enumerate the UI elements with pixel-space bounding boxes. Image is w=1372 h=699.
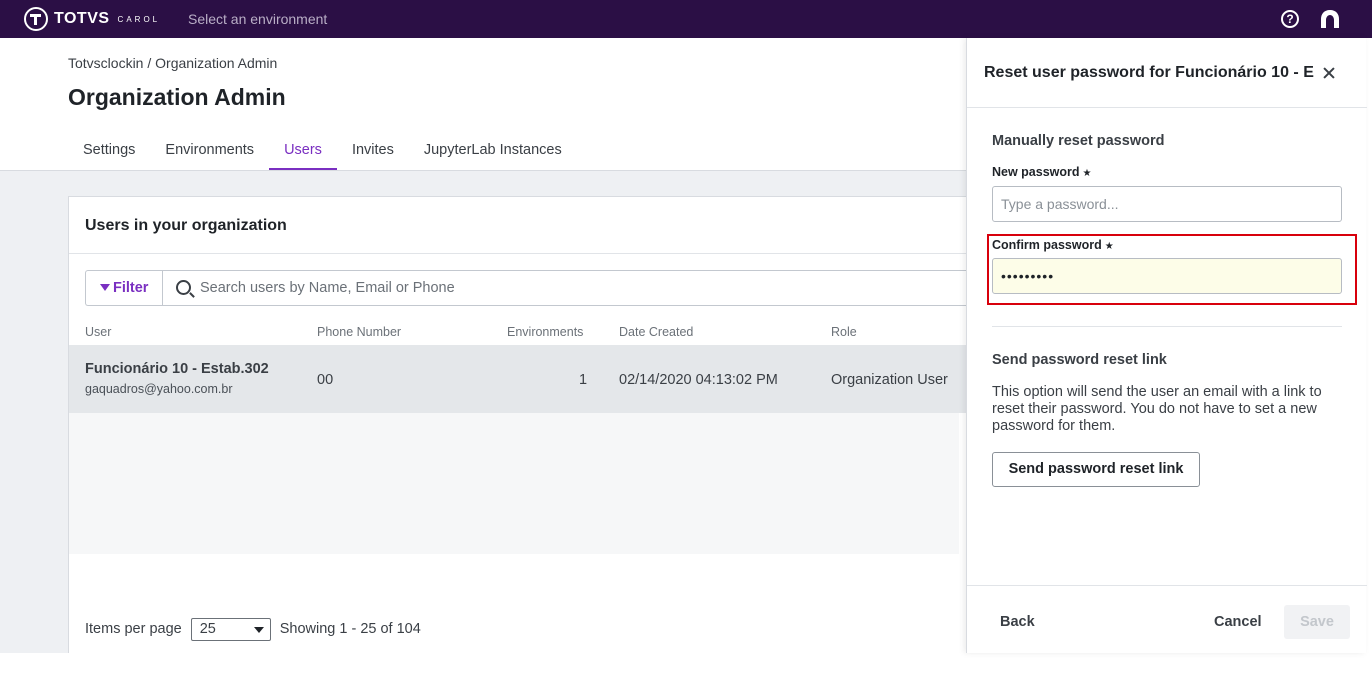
filter-icon [100,284,110,291]
required-marker: ★ [1104,241,1114,252]
section-divider [992,326,1342,327]
required-marker: ★ [1082,168,1092,179]
column-header-role[interactable]: Role [831,325,857,339]
column-header-user[interactable]: User [85,325,111,339]
caret-down-icon [253,626,264,633]
items-per-page-value: 25 [199,620,216,637]
items-per-page-label: Items per page [85,621,182,637]
users-card: Users in your organization Filter User P… [68,196,967,653]
page-title: Organization Admin [68,84,286,110]
totvs-carol-logo[interactable]: TOTVS CAROL [24,7,160,31]
user-icon[interactable] [1320,10,1340,29]
items-per-page-select[interactable]: 25 [190,617,271,641]
new-password-field[interactable] [992,186,1342,222]
brand-name: TOTVS [54,10,110,27]
totvs-logo-icon [24,7,48,31]
table-header: User Phone Number Environments Date Crea… [69,325,967,345]
search-bar: Filter [85,270,967,306]
user-environments: 1 [579,372,588,388]
footer-divider [967,585,1367,586]
cancel-button[interactable]: Cancel [1214,605,1262,639]
user-phone: 00 [317,372,334,388]
send-link-description: This option will send the user an email … [992,384,1322,434]
user-date-created: 02/14/2020 04:13:02 PM [619,372,778,388]
help-icon[interactable]: ? [1281,10,1299,28]
user-name: Funcionário 10 - Estab.302 [85,361,269,377]
breadcrumb: Totvsclockin / Organization Admin [68,55,278,71]
column-header-date-created[interactable]: Date Created [619,325,693,339]
close-icon[interactable] [1320,64,1338,82]
confirm-password-field[interactable] [992,258,1342,294]
send-reset-link-button[interactable]: Send password reset link [992,452,1200,487]
send-link-title: Send password reset link [992,352,1167,368]
reset-password-panel: Reset user password for Funcionário 10 -… [966,38,1367,653]
manual-reset-title: Manually reset password [992,133,1165,149]
user-role: Organization User [831,372,948,388]
admin-tabs: Settings Environments Users Invites Jupy… [68,130,577,170]
new-password-label-text: New password [992,165,1080,179]
user-email: gaquadros@yahoo.com.br [85,382,233,396]
column-header-phone[interactable]: Phone Number [317,325,401,339]
confirm-password-label: Confirm password ★ [992,238,1114,252]
top-bar: TOTVS CAROL Select an environment ? [0,0,1372,38]
confirm-password-label-text: Confirm password [992,238,1102,252]
column-header-environments[interactable]: Environments [507,325,583,339]
filter-label: Filter [113,280,149,296]
search-input[interactable] [200,278,960,298]
users-card-title: Users in your organization [85,217,287,234]
filter-button[interactable]: Filter [86,271,163,305]
showing-count: Showing 1 - 25 of 104 [279,621,421,637]
card-divider [69,253,967,254]
back-button[interactable]: Back [1000,605,1035,639]
tab-invites[interactable]: Invites [337,130,409,170]
tab-users[interactable]: Users [269,130,337,170]
table-row[interactable]: Funcionário 10 - Estab.302 gaquadros@yah… [69,345,967,413]
brand-sub: CAROL [117,14,161,24]
search-icon [176,280,191,295]
environment-selector[interactable]: Select an environment [188,11,327,27]
tab-settings[interactable]: Settings [68,130,150,170]
tab-environments[interactable]: Environments [150,130,269,170]
table-empty-area [69,413,959,554]
panel-title: Reset user password for Funcionário 10 -… [984,64,1314,81]
panel-divider [967,107,1367,108]
new-password-label: New password ★ [992,165,1092,179]
tab-jupyterlab-instances[interactable]: JupyterLab Instances [409,130,577,170]
pagination: Items per page 25 Showing 1 - 25 of 104 [85,617,421,641]
page-bottom [0,653,1372,699]
save-button[interactable]: Save [1284,605,1350,639]
